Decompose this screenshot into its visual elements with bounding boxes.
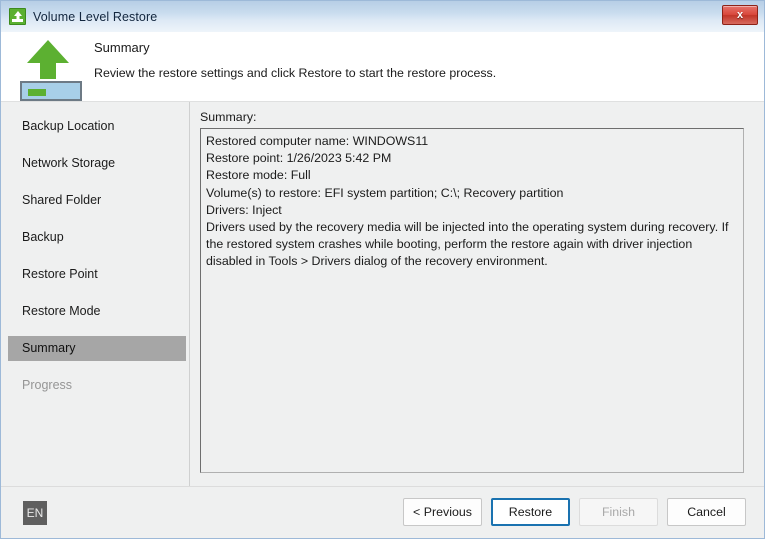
finish-button: Finish (579, 498, 658, 526)
sidebar-item-backup-location[interactable]: Backup Location (8, 114, 186, 139)
sidebar-item-restore-mode[interactable]: Restore Mode (8, 299, 186, 324)
summary-line-volumes: Volume(s) to restore: EFI system partiti… (206, 185, 564, 200)
sidebar-item-shared-folder[interactable]: Shared Folder (8, 188, 186, 213)
dialog-body: Backup Location Network Storage Shared F… (1, 101, 764, 486)
summary-line-restore-point: Restore point: 1/26/2023 5:42 PM (206, 151, 392, 166)
wizard-steps-sidebar: Backup Location Network Storage Shared F… (1, 102, 190, 486)
green-up-arrow-drive-icon (17, 32, 87, 101)
dialog-footer: EN < Previous Restore Finish Cancel (1, 486, 764, 538)
volume-level-restore-dialog: Volume Level Restore x Summary Review th… (0, 0, 765, 539)
summary-line-drivers: Drivers: Inject (206, 202, 282, 217)
sidebar-item-progress: Progress (22, 378, 73, 392)
close-icon: x (736, 8, 744, 21)
language-indicator[interactable]: EN (23, 501, 47, 525)
summary-drivers-note: Drivers used by the recovery media will … (206, 220, 729, 269)
footer-button-row: < Previous Restore Finish Cancel (403, 498, 746, 526)
sidebar-item-summary[interactable]: Summary (8, 336, 186, 361)
header-banner: Summary Review the restore settings and … (1, 32, 764, 101)
restore-button[interactable]: Restore (491, 498, 570, 526)
sidebar-item-network-storage[interactable]: Network Storage (8, 151, 186, 176)
summary-label: Summary: (200, 110, 257, 124)
summary-line-computer-name: Restored computer name: WINDOWS11 (206, 134, 429, 148)
summary-textbox[interactable]: Restored computer name: WINDOWS11 Restor… (200, 128, 744, 473)
summary-line-restore-mode: Restore mode: Full (206, 168, 311, 183)
page-title: Summary (94, 40, 150, 55)
title-bar: Volume Level Restore x (1, 1, 764, 32)
sidebar-item-restore-point[interactable]: Restore Point (8, 262, 186, 287)
window-title: Volume Level Restore (33, 9, 158, 24)
page-subtitle: Review the restore settings and click Re… (94, 66, 497, 80)
content-pane: Summary: Restored computer name: WINDOWS… (190, 102, 764, 486)
restore-volume-icon (9, 8, 26, 25)
previous-button[interactable]: < Previous (403, 498, 482, 526)
close-button[interactable]: x (722, 5, 758, 25)
sidebar-item-backup[interactable]: Backup (8, 225, 186, 250)
cancel-button[interactable]: Cancel (667, 498, 746, 526)
